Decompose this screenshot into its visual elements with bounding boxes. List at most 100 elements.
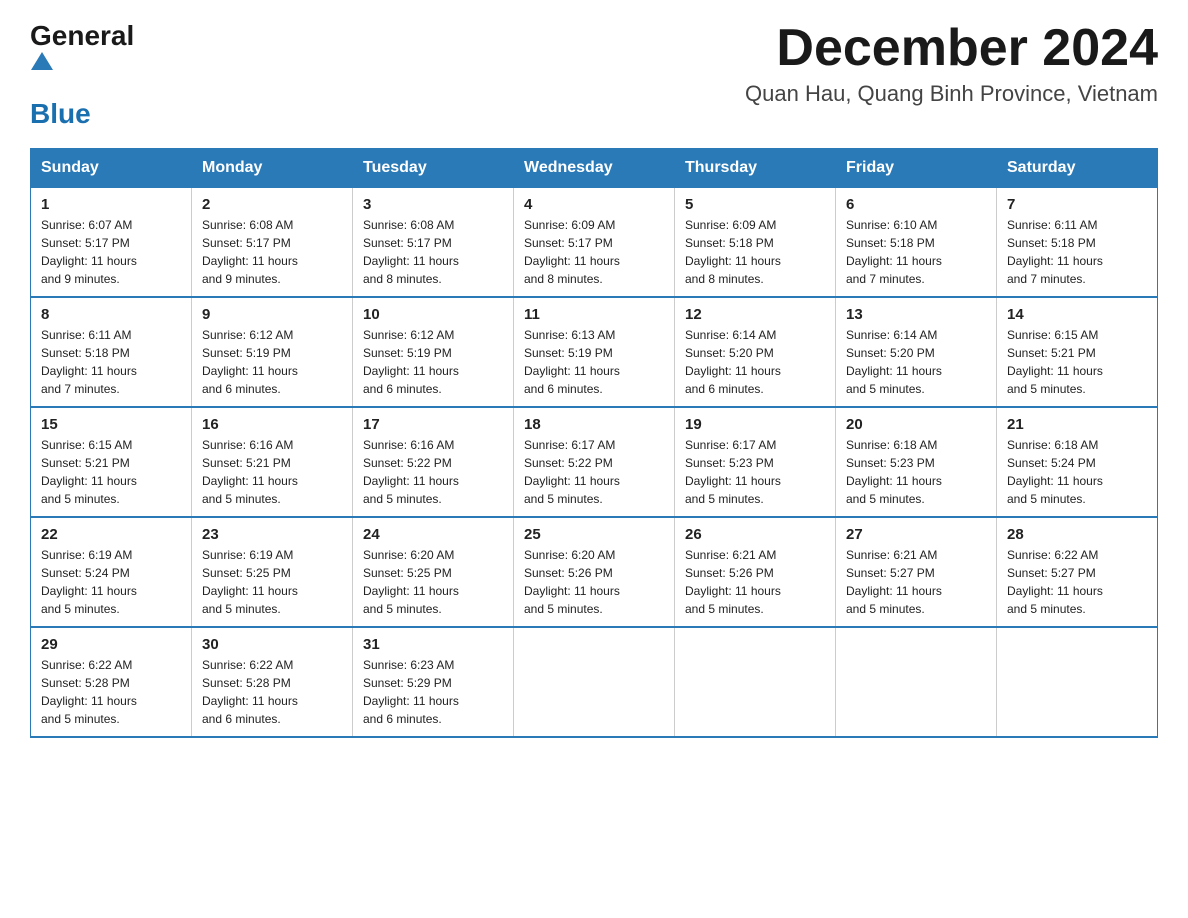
day-number: 20 [846, 416, 986, 433]
calendar-cell [997, 627, 1158, 737]
day-info: Sunrise: 6:07 AMSunset: 5:17 PMDaylight:… [41, 218, 137, 286]
day-info: Sunrise: 6:08 AMSunset: 5:17 PMDaylight:… [202, 218, 298, 286]
day-info: Sunrise: 6:18 AMSunset: 5:23 PMDaylight:… [846, 438, 942, 506]
day-info: Sunrise: 6:16 AMSunset: 5:21 PMDaylight:… [202, 438, 298, 506]
calendar-cell: 8Sunrise: 6:11 AMSunset: 5:18 PMDaylight… [31, 297, 192, 407]
calendar-cell: 5Sunrise: 6:09 AMSunset: 5:18 PMDaylight… [675, 188, 836, 298]
title-section: December 2024 Quan Hau, Quang Binh Provi… [745, 20, 1158, 107]
calendar-cell: 31 Sunrise: 6:23 AMSunset: 5:29 PMDayligh… [353, 627, 514, 737]
calendar-cell: 24Sunrise: 6:20 AMSunset: 5:25 PMDayligh… [353, 517, 514, 627]
day-info: Sunrise: 6:11 AMSunset: 5:18 PMDaylight:… [1007, 218, 1103, 286]
day-info: Sunrise: 6:09 AMSunset: 5:17 PMDaylight:… [524, 218, 620, 286]
calendar-cell: 20 Sunrise: 6:18 AMSunset: 5:23 PMDayligh… [836, 407, 997, 517]
day-number: 25 [524, 526, 664, 543]
day-info: Sunrise: 6:20 AMSunset: 5:25 PMDaylight:… [363, 548, 459, 616]
day-number: 18 [524, 416, 664, 433]
day-number: 2 [202, 196, 342, 213]
logo-container: General Blue [30, 20, 134, 130]
calendar-week-row: 15Sunrise: 6:15 AMSunset: 5:21 PMDayligh… [31, 407, 1158, 517]
day-info: Sunrise: 6:19 AMSunset: 5:24 PMDaylight:… [41, 548, 137, 616]
calendar-cell: 6Sunrise: 6:10 AMSunset: 5:18 PMDaylight… [836, 188, 997, 298]
day-number: 26 [685, 526, 825, 543]
month-year-title: December 2024 [745, 20, 1158, 77]
calendar-cell: 18 Sunrise: 6:17 AMSunset: 5:22 PMDayligh… [514, 407, 675, 517]
day-info: Sunrise: 6:15 AMSunset: 5:21 PMDaylight:… [41, 438, 137, 506]
calendar-cell: 12 Sunrise: 6:14 AMSunset: 5:20 PMDayligh… [675, 297, 836, 407]
day-info: Sunrise: 6:17 AMSunset: 5:22 PMDaylight:… [524, 438, 620, 506]
day-info: Sunrise: 6:23 AMSunset: 5:29 PMDaylight:… [363, 658, 459, 726]
day-info: Sunrise: 6:16 AMSunset: 5:22 PMDaylight:… [363, 438, 459, 506]
calendar-cell: 27 Sunrise: 6:21 AMSunset: 5:27 PMDayligh… [836, 517, 997, 627]
day-number: 13 [846, 306, 986, 323]
day-info: Sunrise: 6:12 AMSunset: 5:19 PMDaylight:… [363, 328, 459, 396]
day-info: Sunrise: 6:22 AMSunset: 5:28 PMDaylight:… [41, 658, 137, 726]
calendar-cell: 29 Sunrise: 6:22 AMSunset: 5:28 PMDayligh… [31, 627, 192, 737]
header-tuesday: Tuesday [353, 149, 514, 188]
header-friday: Friday [836, 149, 997, 188]
day-number: 30 [202, 636, 342, 653]
day-number: 7 [1007, 196, 1147, 213]
day-number: 27 [846, 526, 986, 543]
day-info: Sunrise: 6:14 AMSunset: 5:20 PMDaylight:… [685, 328, 781, 396]
day-number: 23 [202, 526, 342, 543]
day-number: 28 [1007, 526, 1147, 543]
calendar-cell: 17 Sunrise: 6:16 AMSunset: 5:22 PMDayligh… [353, 407, 514, 517]
calendar-cell: 22 Sunrise: 6:19 AMSunset: 5:24 PMDayligh… [31, 517, 192, 627]
day-number: 22 [41, 526, 181, 543]
day-number: 19 [685, 416, 825, 433]
calendar-header-row: SundayMondayTuesdayWednesdayThursdayFrid… [31, 149, 1158, 188]
day-number: 11 [524, 306, 664, 323]
location-subtitle: Quan Hau, Quang Binh Province, Vietnam [745, 81, 1158, 107]
header-sunday: Sunday [31, 149, 192, 188]
calendar-cell: 21 Sunrise: 6:18 AMSunset: 5:24 PMDayligh… [997, 407, 1158, 517]
calendar-cell [514, 627, 675, 737]
day-info: Sunrise: 6:13 AMSunset: 5:19 PMDaylight:… [524, 328, 620, 396]
logo-text-blue: Blue [30, 98, 91, 129]
day-number: 17 [363, 416, 503, 433]
day-info: Sunrise: 6:14 AMSunset: 5:20 PMDaylight:… [846, 328, 942, 396]
calendar-cell: 4Sunrise: 6:09 AMSunset: 5:17 PMDaylight… [514, 188, 675, 298]
day-number: 21 [1007, 416, 1147, 433]
logo: General Blue [30, 20, 134, 130]
day-info: Sunrise: 6:12 AMSunset: 5:19 PMDaylight:… [202, 328, 298, 396]
calendar-cell [675, 627, 836, 737]
day-number: 31 [363, 636, 503, 653]
day-info: Sunrise: 6:22 AMSunset: 5:28 PMDaylight:… [202, 658, 298, 726]
calendar-cell: 28Sunrise: 6:22 AMSunset: 5:27 PMDayligh… [997, 517, 1158, 627]
day-number: 6 [846, 196, 986, 213]
header-wednesday: Wednesday [514, 149, 675, 188]
calendar-cell: 26Sunrise: 6:21 AMSunset: 5:26 PMDayligh… [675, 517, 836, 627]
calendar-cell: 2 Sunrise: 6:08 AMSunset: 5:17 PMDaylight… [192, 188, 353, 298]
header-monday: Monday [192, 149, 353, 188]
day-info: Sunrise: 6:17 AMSunset: 5:23 PMDaylight:… [685, 438, 781, 506]
day-info: Sunrise: 6:08 AMSunset: 5:17 PMDaylight:… [363, 218, 459, 286]
calendar-week-row: 1 Sunrise: 6:07 AMSunset: 5:17 PMDaylight… [31, 188, 1158, 298]
calendar-cell [836, 627, 997, 737]
calendar-cell: 3 Sunrise: 6:08 AMSunset: 5:17 PMDaylight… [353, 188, 514, 298]
day-number: 3 [363, 196, 503, 213]
header-thursday: Thursday [675, 149, 836, 188]
calendar-cell: 16 Sunrise: 6:16 AMSunset: 5:21 PMDayligh… [192, 407, 353, 517]
calendar-table: SundayMondayTuesdayWednesdayThursdayFrid… [30, 148, 1158, 738]
day-number: 16 [202, 416, 342, 433]
day-number: 29 [41, 636, 181, 653]
calendar-cell: 10 Sunrise: 6:12 AMSunset: 5:19 PMDayligh… [353, 297, 514, 407]
calendar-week-row: 29 Sunrise: 6:22 AMSunset: 5:28 PMDayligh… [31, 627, 1158, 737]
day-info: Sunrise: 6:15 AMSunset: 5:21 PMDaylight:… [1007, 328, 1103, 396]
calendar-cell: 25Sunrise: 6:20 AMSunset: 5:26 PMDayligh… [514, 517, 675, 627]
day-number: 1 [41, 196, 181, 213]
calendar-week-row: 8Sunrise: 6:11 AMSunset: 5:18 PMDaylight… [31, 297, 1158, 407]
day-info: Sunrise: 6:11 AMSunset: 5:18 PMDaylight:… [41, 328, 137, 396]
calendar-cell: 13 Sunrise: 6:14 AMSunset: 5:20 PMDayligh… [836, 297, 997, 407]
logo-text-general: General [30, 20, 134, 51]
day-number: 12 [685, 306, 825, 323]
calendar-cell: 11 Sunrise: 6:13 AMSunset: 5:19 PMDayligh… [514, 297, 675, 407]
logo-icon [30, 52, 134, 80]
calendar-cell: 30 Sunrise: 6:22 AMSunset: 5:28 PMDayligh… [192, 627, 353, 737]
day-number: 10 [363, 306, 503, 323]
day-info: Sunrise: 6:18 AMSunset: 5:24 PMDaylight:… [1007, 438, 1103, 506]
page-header: General Blue December 2024 Quan Hau, Qua… [30, 20, 1158, 130]
calendar-cell: 9Sunrise: 6:12 AMSunset: 5:19 PMDaylight… [192, 297, 353, 407]
calendar-cell: 23Sunrise: 6:19 AMSunset: 5:25 PMDayligh… [192, 517, 353, 627]
day-info: Sunrise: 6:21 AMSunset: 5:27 PMDaylight:… [846, 548, 942, 616]
